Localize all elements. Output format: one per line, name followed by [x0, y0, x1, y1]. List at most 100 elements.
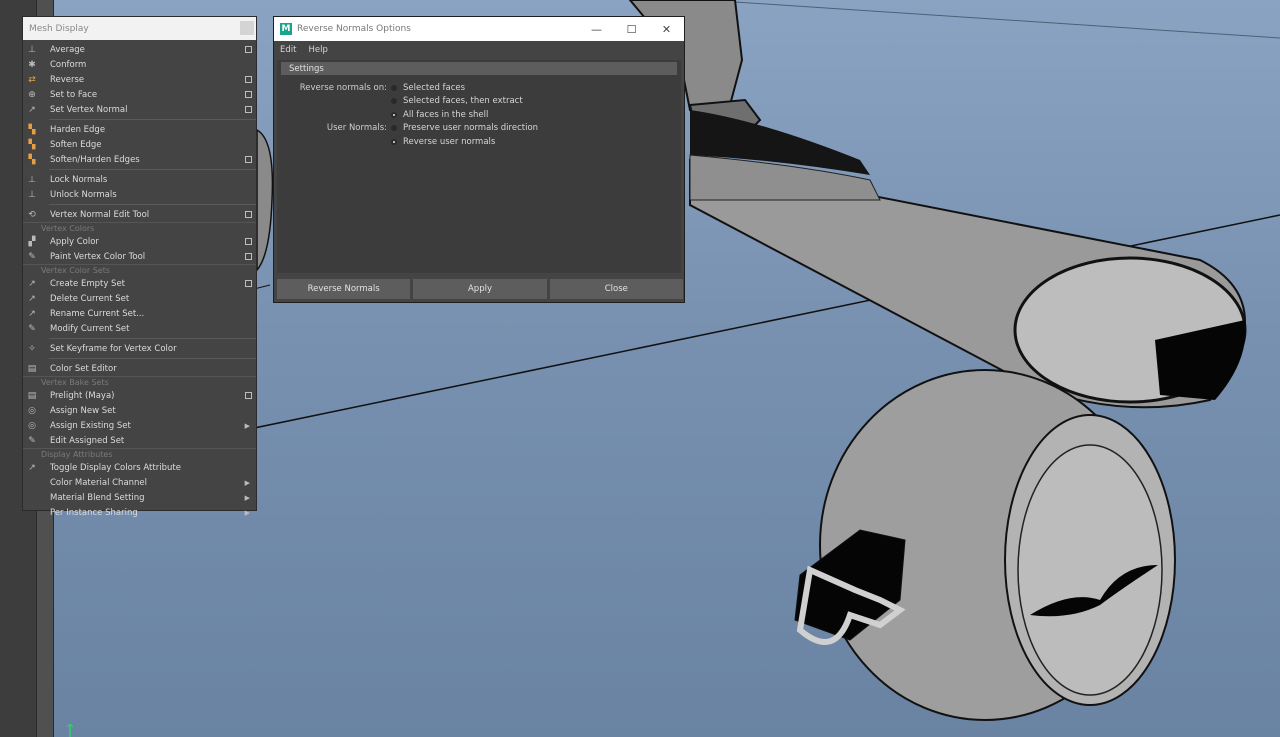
menu-item-modify-current-set[interactable]: ✎ Modify Current Set — [23, 321, 256, 336]
unlock-normals-icon: ⊥ — [28, 189, 36, 200]
menu-item-label: Conform — [50, 59, 87, 70]
menu-item-toggle-display-colors[interactable]: ↗ Toggle Display Colors Attribute — [23, 460, 256, 475]
conform-icon: ✱ — [28, 59, 36, 70]
section-display-attributes: Display Attributes — [23, 448, 256, 460]
dialog-title: Reverse Normals Options — [297, 24, 411, 34]
create-empty-set-icon: ↗ — [28, 278, 36, 289]
radio-button-selected[interactable] — [391, 138, 397, 145]
menu-item-color-material-channel[interactable]: Color Material Channel ▶ — [23, 475, 256, 490]
menu-item-label: Harden Edge — [50, 124, 106, 135]
maximize-button[interactable]: ☐ — [614, 23, 649, 36]
menu-item-set-vertex-normal[interactable]: ↗ Set Vertex Normal — [23, 102, 256, 117]
option-box[interactable] — [245, 392, 252, 399]
radio-label: All faces in the shell — [403, 109, 489, 120]
menu-item-label: Color Material Channel — [50, 477, 148, 488]
dialog-content: Settings Reverse normals on: Selected fa… — [277, 60, 681, 273]
reverse-normals-button[interactable]: Reverse Normals — [277, 279, 411, 299]
dialog-title-bar[interactable]: M Reverse Normals Options — ☐ ✕ — [274, 17, 684, 41]
mesh-part — [256, 128, 274, 273]
menu-item-set-keyframe[interactable]: ✧ Set Keyframe for Vertex Color — [23, 341, 256, 356]
menu-item-delete-current-set[interactable]: ↗ Delete Current Set — [23, 291, 256, 306]
menu-item-label: Set Keyframe for Vertex Color — [50, 343, 177, 354]
reverse-icon: ⇄ — [28, 74, 36, 85]
option-box[interactable] — [245, 156, 252, 163]
menu-item-unlock-normals[interactable]: ⊥ Unlock Normals — [23, 187, 256, 202]
option-box[interactable] — [245, 253, 252, 260]
menu-divider — [49, 119, 256, 120]
radio-selected-faces[interactable]: Reverse normals on: Selected faces — [277, 81, 681, 95]
option-box[interactable] — [245, 76, 252, 83]
section-vertex-colors: Vertex Colors — [23, 222, 256, 234]
menu-item-label: Create Empty Set — [50, 278, 126, 289]
radio-label: Selected faces — [403, 82, 466, 93]
menu-item-edit-assigned-set[interactable]: ✎ Edit Assigned Set — [23, 433, 256, 448]
submenu-arrow-icon: ▶ — [244, 421, 250, 430]
menu-item-assign-existing-set[interactable]: ◎ Assign Existing Set ▶ — [23, 418, 256, 433]
color-set-editor-icon: ▤ — [27, 363, 37, 374]
soften-harden-icon: ▚ — [28, 154, 36, 165]
rename-current-set-icon: ↗ — [28, 308, 36, 319]
minimize-button[interactable]: — — [579, 23, 614, 36]
menu-title-bar[interactable]: Mesh Display — [23, 17, 256, 40]
menu-item-color-set-editor[interactable]: ▤ Color Set Editor — [23, 361, 256, 376]
menu-divider — [49, 204, 256, 205]
menu-item-material-blend-setting[interactable]: Material Blend Setting ▶ — [23, 490, 256, 505]
menu-item-harden-edge[interactable]: ▚ Harden Edge — [23, 122, 256, 137]
tear-off-button[interactable] — [240, 21, 254, 35]
menu-item-label: Apply Color — [50, 236, 99, 247]
radio-all-faces-in-shell[interactable]: All faces in the shell — [277, 108, 681, 122]
assign-existing-set-icon: ◎ — [28, 420, 36, 431]
menu-item-prelight[interactable]: ▤ Prelight (Maya) — [23, 388, 256, 403]
menu-item-vertex-normal-edit-tool[interactable]: ⟲ Vertex Normal Edit Tool — [23, 207, 256, 222]
radio-reverse-user-normals[interactable]: Reverse user normals — [277, 135, 681, 149]
radio-preserve-user-normals[interactable]: User Normals: Preserve user normals dire… — [277, 122, 681, 136]
menu-item-assign-new-set[interactable]: ◎ Assign New Set — [23, 403, 256, 418]
mesh-display-menu: Mesh Display ⊥ Average ✱ Conform ⇄ Reverse … — [22, 16, 257, 518]
menu-item-label: Unlock Normals — [50, 189, 117, 200]
prelight-icon: ▤ — [27, 390, 37, 401]
option-box[interactable] — [245, 106, 252, 113]
menu-item-set-to-face[interactable]: ⊕ Set to Face — [23, 87, 256, 102]
radio-button[interactable] — [391, 84, 397, 91]
user-normals-label: User Normals: — [326, 123, 387, 134]
radio-label: Preserve user normals direction — [403, 123, 539, 134]
menu-item-lock-normals[interactable]: ⊥ Lock Normals — [23, 172, 256, 187]
menu-item-paint-vertex-color[interactable]: ✎ Paint Vertex Color Tool — [23, 249, 256, 264]
menu-item-label: Toggle Display Colors Attribute — [50, 462, 181, 473]
menu-list: ⊥ Average ✱ Conform ⇄ Reverse ⊕ Set to Face … — [23, 40, 256, 520]
apply-color-icon: ▞ — [28, 236, 36, 247]
menu-item-create-empty-set[interactable]: ↗ Create Empty Set — [23, 276, 256, 291]
settings-section-header[interactable]: Settings — [281, 62, 677, 75]
menu-item-per-instance-sharing[interactable]: Per Instance Sharing ▶ — [23, 505, 256, 520]
menu-item-label: Soften Edge — [50, 139, 102, 150]
menu-help[interactable]: Help — [308, 45, 327, 55]
menu-item-conform[interactable]: ✱ Conform — [23, 57, 256, 72]
section-vertex-bake-sets: Vertex Bake Sets — [23, 376, 256, 388]
menu-item-reverse[interactable]: ⇄ Reverse — [23, 72, 256, 87]
radio-selected-faces-extract[interactable]: Selected faces, then extract — [277, 95, 681, 109]
vertex-normal-edit-icon: ⟲ — [28, 209, 36, 220]
option-box[interactable] — [245, 46, 252, 53]
apply-button[interactable]: Apply — [413, 279, 547, 299]
close-window-button[interactable]: ✕ — [649, 23, 684, 36]
menu-item-label: Modify Current Set — [50, 323, 130, 334]
menu-item-soften-harden[interactable]: ▚ Soften/Harden Edges — [23, 152, 256, 167]
option-box[interactable] — [245, 280, 252, 287]
menu-item-label: Per Instance Sharing — [50, 507, 138, 518]
edit-assigned-set-icon: ✎ — [28, 435, 36, 446]
radio-button[interactable] — [391, 98, 397, 105]
menu-item-average[interactable]: ⊥ Average — [23, 42, 256, 57]
option-box[interactable] — [245, 211, 252, 218]
menu-edit[interactable]: Edit — [280, 45, 296, 55]
option-box[interactable] — [245, 91, 252, 98]
menu-item-label: Material Blend Setting — [50, 492, 145, 503]
grid-line — [704, 0, 1280, 39]
close-button[interactable]: Close — [549, 279, 683, 299]
radio-button[interactable] — [391, 125, 397, 132]
option-box[interactable] — [245, 238, 252, 245]
submenu-arrow-icon: ▶ — [244, 478, 250, 487]
menu-item-apply-color[interactable]: ▞ Apply Color — [23, 234, 256, 249]
menu-item-rename-current-set[interactable]: ↗ Rename Current Set... — [23, 306, 256, 321]
radio-button-selected[interactable] — [391, 111, 397, 118]
menu-item-soften-edge[interactable]: ▚ Soften Edge — [23, 137, 256, 152]
